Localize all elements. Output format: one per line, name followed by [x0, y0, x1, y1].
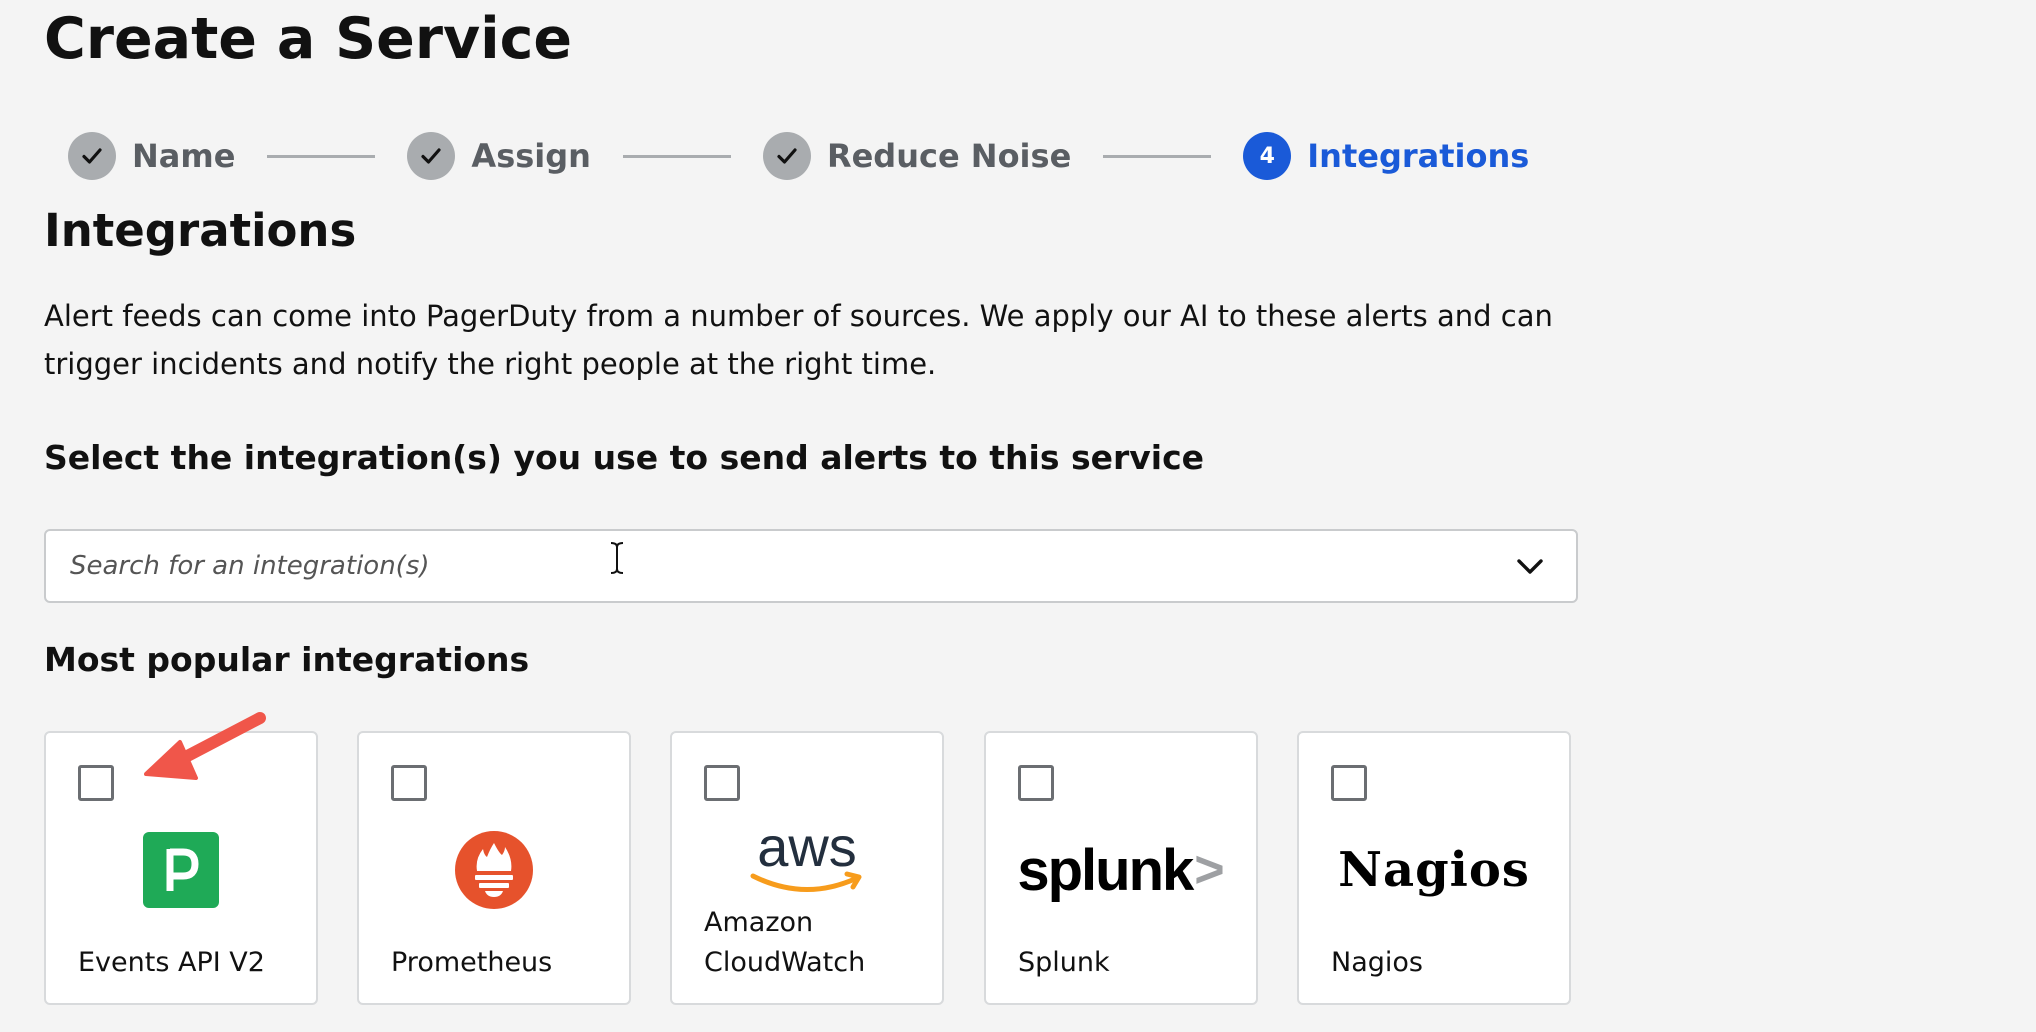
integration-label: Nagios [1331, 947, 1423, 978]
step-connector [622, 154, 731, 158]
check-icon [68, 132, 116, 180]
section-title: Integrations [44, 204, 357, 257]
integration-card-prometheus[interactable]: Prometheus [357, 731, 631, 1005]
integration-checkbox[interactable] [391, 765, 427, 801]
integration-label: Prometheus [391, 947, 553, 978]
step-assign[interactable]: Assign [407, 132, 591, 180]
integration-search-select[interactable] [44, 529, 1578, 603]
step-label: Integrations [1307, 137, 1530, 175]
page-title: Create a Service [44, 6, 573, 72]
integration-checkbox[interactable] [1018, 765, 1054, 801]
select-heading: Select the integration(s) you use to sen… [44, 438, 1205, 477]
step-label: Reduce Noise [826, 137, 1072, 175]
step-reduce-noise[interactable]: Reduce Noise [762, 132, 1072, 180]
annotation-arrow-icon [144, 712, 266, 780]
section-description: Alert feeds can come into PagerDuty from… [44, 299, 1553, 381]
integration-card-amazon-cloudwatch[interactable]: aws Amazon CloudWatch [670, 731, 944, 1005]
step-label: Name [132, 137, 236, 175]
integration-checkbox[interactable] [704, 765, 740, 801]
integration-search-input[interactable] [70, 531, 1470, 601]
step-number-badge: 4 [1243, 132, 1292, 180]
integration-card-nagios[interactable]: Nagios Nagios [1297, 731, 1571, 1005]
step-label: Assign [471, 137, 591, 175]
check-icon [407, 132, 456, 180]
integration-card-splunk[interactable]: splunk > Splunk [984, 731, 1258, 1005]
pagerduty-logo-icon [46, 825, 316, 915]
chevron-down-icon[interactable] [1514, 551, 1546, 583]
nagios-logo-icon: Nagios [1299, 825, 1569, 915]
step-connector [267, 154, 376, 158]
nagios-logo-text: Nagios [1338, 842, 1530, 898]
integration-label: Events API V2 [78, 947, 265, 978]
splunk-logo-chevron: > [1194, 841, 1225, 899]
text-cursor-icon [610, 542, 624, 574]
aws-logo-icon: aws [672, 815, 942, 905]
check-icon [762, 132, 811, 180]
prometheus-logo-icon [359, 825, 629, 915]
step-name[interactable]: Name [68, 132, 235, 180]
integration-checkbox[interactable] [78, 765, 114, 801]
splunk-logo-text: splunk [1017, 837, 1194, 903]
integration-checkbox[interactable] [1331, 765, 1367, 801]
step-connector [1103, 154, 1212, 158]
wizard-stepper: Name Assign Reduce Noise 4 Integrations [68, 132, 1529, 180]
aws-logo-text: aws [757, 820, 857, 878]
splunk-logo-icon: splunk > [986, 825, 1256, 915]
integration-label: Amazon CloudWatch [704, 907, 866, 978]
step-integrations[interactable]: 4 Integrations [1243, 132, 1529, 180]
popular-heading: Most popular integrations [44, 640, 530, 679]
integration-label: Splunk [1018, 947, 1110, 978]
